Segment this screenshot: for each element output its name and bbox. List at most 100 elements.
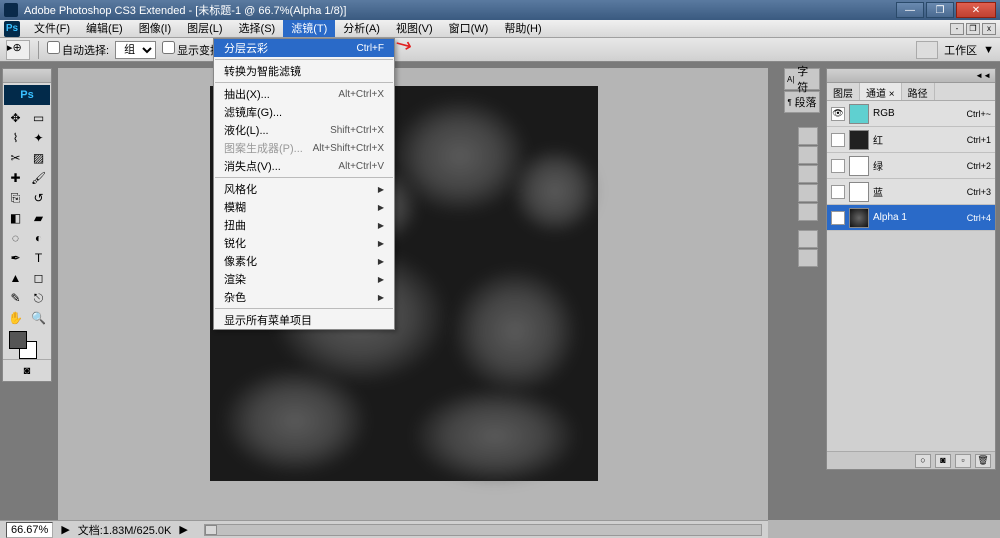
zoom-tool[interactable]: 🔍 [27, 308, 50, 328]
visibility-icon[interactable]: 👁 [831, 107, 845, 121]
separator [38, 41, 39, 59]
panel-icon-3[interactable] [798, 165, 818, 183]
window-titlebar: Adobe Photoshop CS3 Extended - [未标题-1 @ … [0, 0, 1000, 20]
visibility-icon[interactable] [831, 185, 845, 199]
menu-item-13[interactable]: 锐化▶ [214, 234, 394, 252]
notes-tool[interactable]: ✎ [4, 288, 27, 308]
autoselect-dropdown[interactable]: 组 [115, 41, 156, 59]
paragraph-panel-tab[interactable]: ¶ 段落 [784, 91, 820, 113]
doc-restore-button[interactable]: ❐ [966, 23, 980, 35]
arrow-icon[interactable]: ▶ [179, 523, 187, 536]
menu-7[interactable]: 视图(V) [388, 20, 441, 37]
menu-item-7: 图案生成器(P)...Alt+Shift+Ctrl+X [214, 139, 394, 157]
quick-mask-button[interactable]: ◙ [3, 359, 51, 381]
character-panel-tab[interactable]: A| 字符 [784, 68, 820, 90]
doc-min-button[interactable]: - [950, 23, 964, 35]
panel-tab-1[interactable]: 通道 × [860, 83, 902, 100]
menu-8[interactable]: 窗口(W) [441, 20, 497, 37]
zoom-field[interactable]: 66.67% [6, 522, 53, 538]
screen-mode-button[interactable] [916, 41, 938, 59]
slice-tool[interactable]: ▨ [27, 148, 50, 168]
stamp-tool[interactable]: ⎘ [4, 188, 27, 208]
channel-row-3[interactable]: 蓝Ctrl+3 [827, 179, 995, 205]
maximize-button[interactable]: ❐ [926, 2, 954, 18]
fg-color-swatch[interactable] [9, 331, 27, 349]
panel-icon-7[interactable] [798, 249, 818, 267]
save-selection-icon[interactable]: ◙ [935, 454, 951, 468]
menu-item-6[interactable]: 液化(L)...Shift+Ctrl+X [214, 121, 394, 139]
menu-3[interactable]: 图层(L) [179, 20, 230, 37]
h-scrollbar[interactable] [204, 524, 762, 536]
arrow-icon[interactable]: ▶ [61, 523, 69, 536]
eyedropper-tool[interactable]: ⎋ [27, 288, 50, 308]
path-select-tool[interactable]: ▲ [4, 268, 27, 288]
minimize-button[interactable]: — [896, 2, 924, 18]
marquee-tool[interactable]: ▭ [27, 108, 50, 128]
menu-item-0[interactable]: 分层云彩Ctrl+F [214, 39, 394, 57]
menu-item-18[interactable]: 显示所有菜单项目 [214, 311, 394, 329]
current-tool-icon[interactable]: ▸⊕ [6, 40, 30, 60]
channel-row-0[interactable]: 👁RGBCtrl+~ [827, 101, 995, 127]
visibility-icon[interactable] [831, 211, 845, 225]
type-tool[interactable]: T [27, 248, 50, 268]
panel-icon-2[interactable] [798, 146, 818, 164]
panel-tab-2[interactable]: 路径 [902, 83, 935, 100]
hand-tool[interactable]: ✋ [4, 308, 27, 328]
menu-item-16[interactable]: 杂色▶ [214, 288, 394, 306]
channel-row-1[interactable]: 红Ctrl+1 [827, 127, 995, 153]
menu-item-15[interactable]: 渲染▶ [214, 270, 394, 288]
channel-row-2[interactable]: 绿Ctrl+2 [827, 153, 995, 179]
panel-icon-4[interactable] [798, 184, 818, 202]
blur-tool[interactable]: ◌ [4, 228, 27, 248]
menu-6[interactable]: 分析(A) [335, 20, 388, 37]
menu-item-12[interactable]: 扭曲▶ [214, 216, 394, 234]
menu-2[interactable]: 图像(I) [131, 20, 179, 37]
menu-5[interactable]: 滤镜(T) [283, 20, 335, 37]
menu-item-14[interactable]: 像素化▶ [214, 252, 394, 270]
workspace-dropdown-arrow[interactable]: ▼ [983, 44, 994, 56]
new-channel-icon[interactable]: ▫ [955, 454, 971, 468]
doc-close-button[interactable]: x [982, 23, 996, 35]
panel-tab-0[interactable]: 图层 [827, 83, 860, 100]
panel-header[interactable]: ◄◄ [827, 69, 995, 83]
heal-tool[interactable]: ✚ [4, 168, 27, 188]
visibility-icon[interactable] [831, 133, 845, 147]
panel-grip[interactable] [3, 69, 51, 83]
crop-tool[interactable]: ✂ [4, 148, 27, 168]
menu-item-2[interactable]: 转换为智能滤镜 [214, 62, 394, 80]
lasso-tool[interactable]: ⌇ [4, 128, 27, 148]
menu-4[interactable]: 选择(S) [231, 20, 284, 37]
move-tool[interactable]: ✥ [4, 108, 27, 128]
shape-tool[interactable]: ◻ [27, 268, 50, 288]
scroll-thumb[interactable] [205, 525, 217, 535]
menu-9[interactable]: 帮助(H) [496, 20, 549, 37]
panel-icon-1[interactable] [798, 127, 818, 145]
history-brush-tool[interactable]: ↺ [27, 188, 50, 208]
dodge-tool[interactable]: ◐ [27, 228, 50, 248]
autoselect-check[interactable]: 自动选择: [47, 41, 109, 58]
pen-tool[interactable]: ✒ [4, 248, 27, 268]
wand-tool[interactable]: ✦ [27, 128, 50, 148]
menu-item-10[interactable]: 风格化▶ [214, 180, 394, 198]
channel-thumb [849, 208, 869, 228]
menu-0[interactable]: 文件(F) [26, 20, 78, 37]
channel-row-4[interactable]: Alpha 1Ctrl+4 [827, 205, 995, 231]
gradient-tool[interactable]: ▰ [27, 208, 50, 228]
color-swatches[interactable] [3, 329, 51, 359]
menu-item-11[interactable]: 模糊▶ [214, 198, 394, 216]
channel-thumb [849, 182, 869, 202]
menu-1[interactable]: 编辑(E) [78, 20, 131, 37]
menu-item-4[interactable]: 抽出(X)...Alt+Ctrl+X [214, 85, 394, 103]
workspace-label: 工作区 [944, 42, 977, 58]
load-selection-icon[interactable]: ○ [915, 454, 931, 468]
menu-item-8[interactable]: 消失点(V)...Alt+Ctrl+V [214, 157, 394, 175]
close-button[interactable]: ✕ [956, 2, 996, 18]
visibility-icon[interactable] [831, 159, 845, 173]
menu-item-5[interactable]: 滤镜库(G)... [214, 103, 394, 121]
panel-icon-6[interactable] [798, 230, 818, 248]
panel-icon-5[interactable] [798, 203, 818, 221]
ps-app-icon [4, 3, 18, 17]
eraser-tool[interactable]: ◧ [4, 208, 27, 228]
delete-channel-icon[interactable]: 🗑 [975, 454, 991, 468]
brush-tool[interactable]: 🖌 [27, 168, 50, 188]
